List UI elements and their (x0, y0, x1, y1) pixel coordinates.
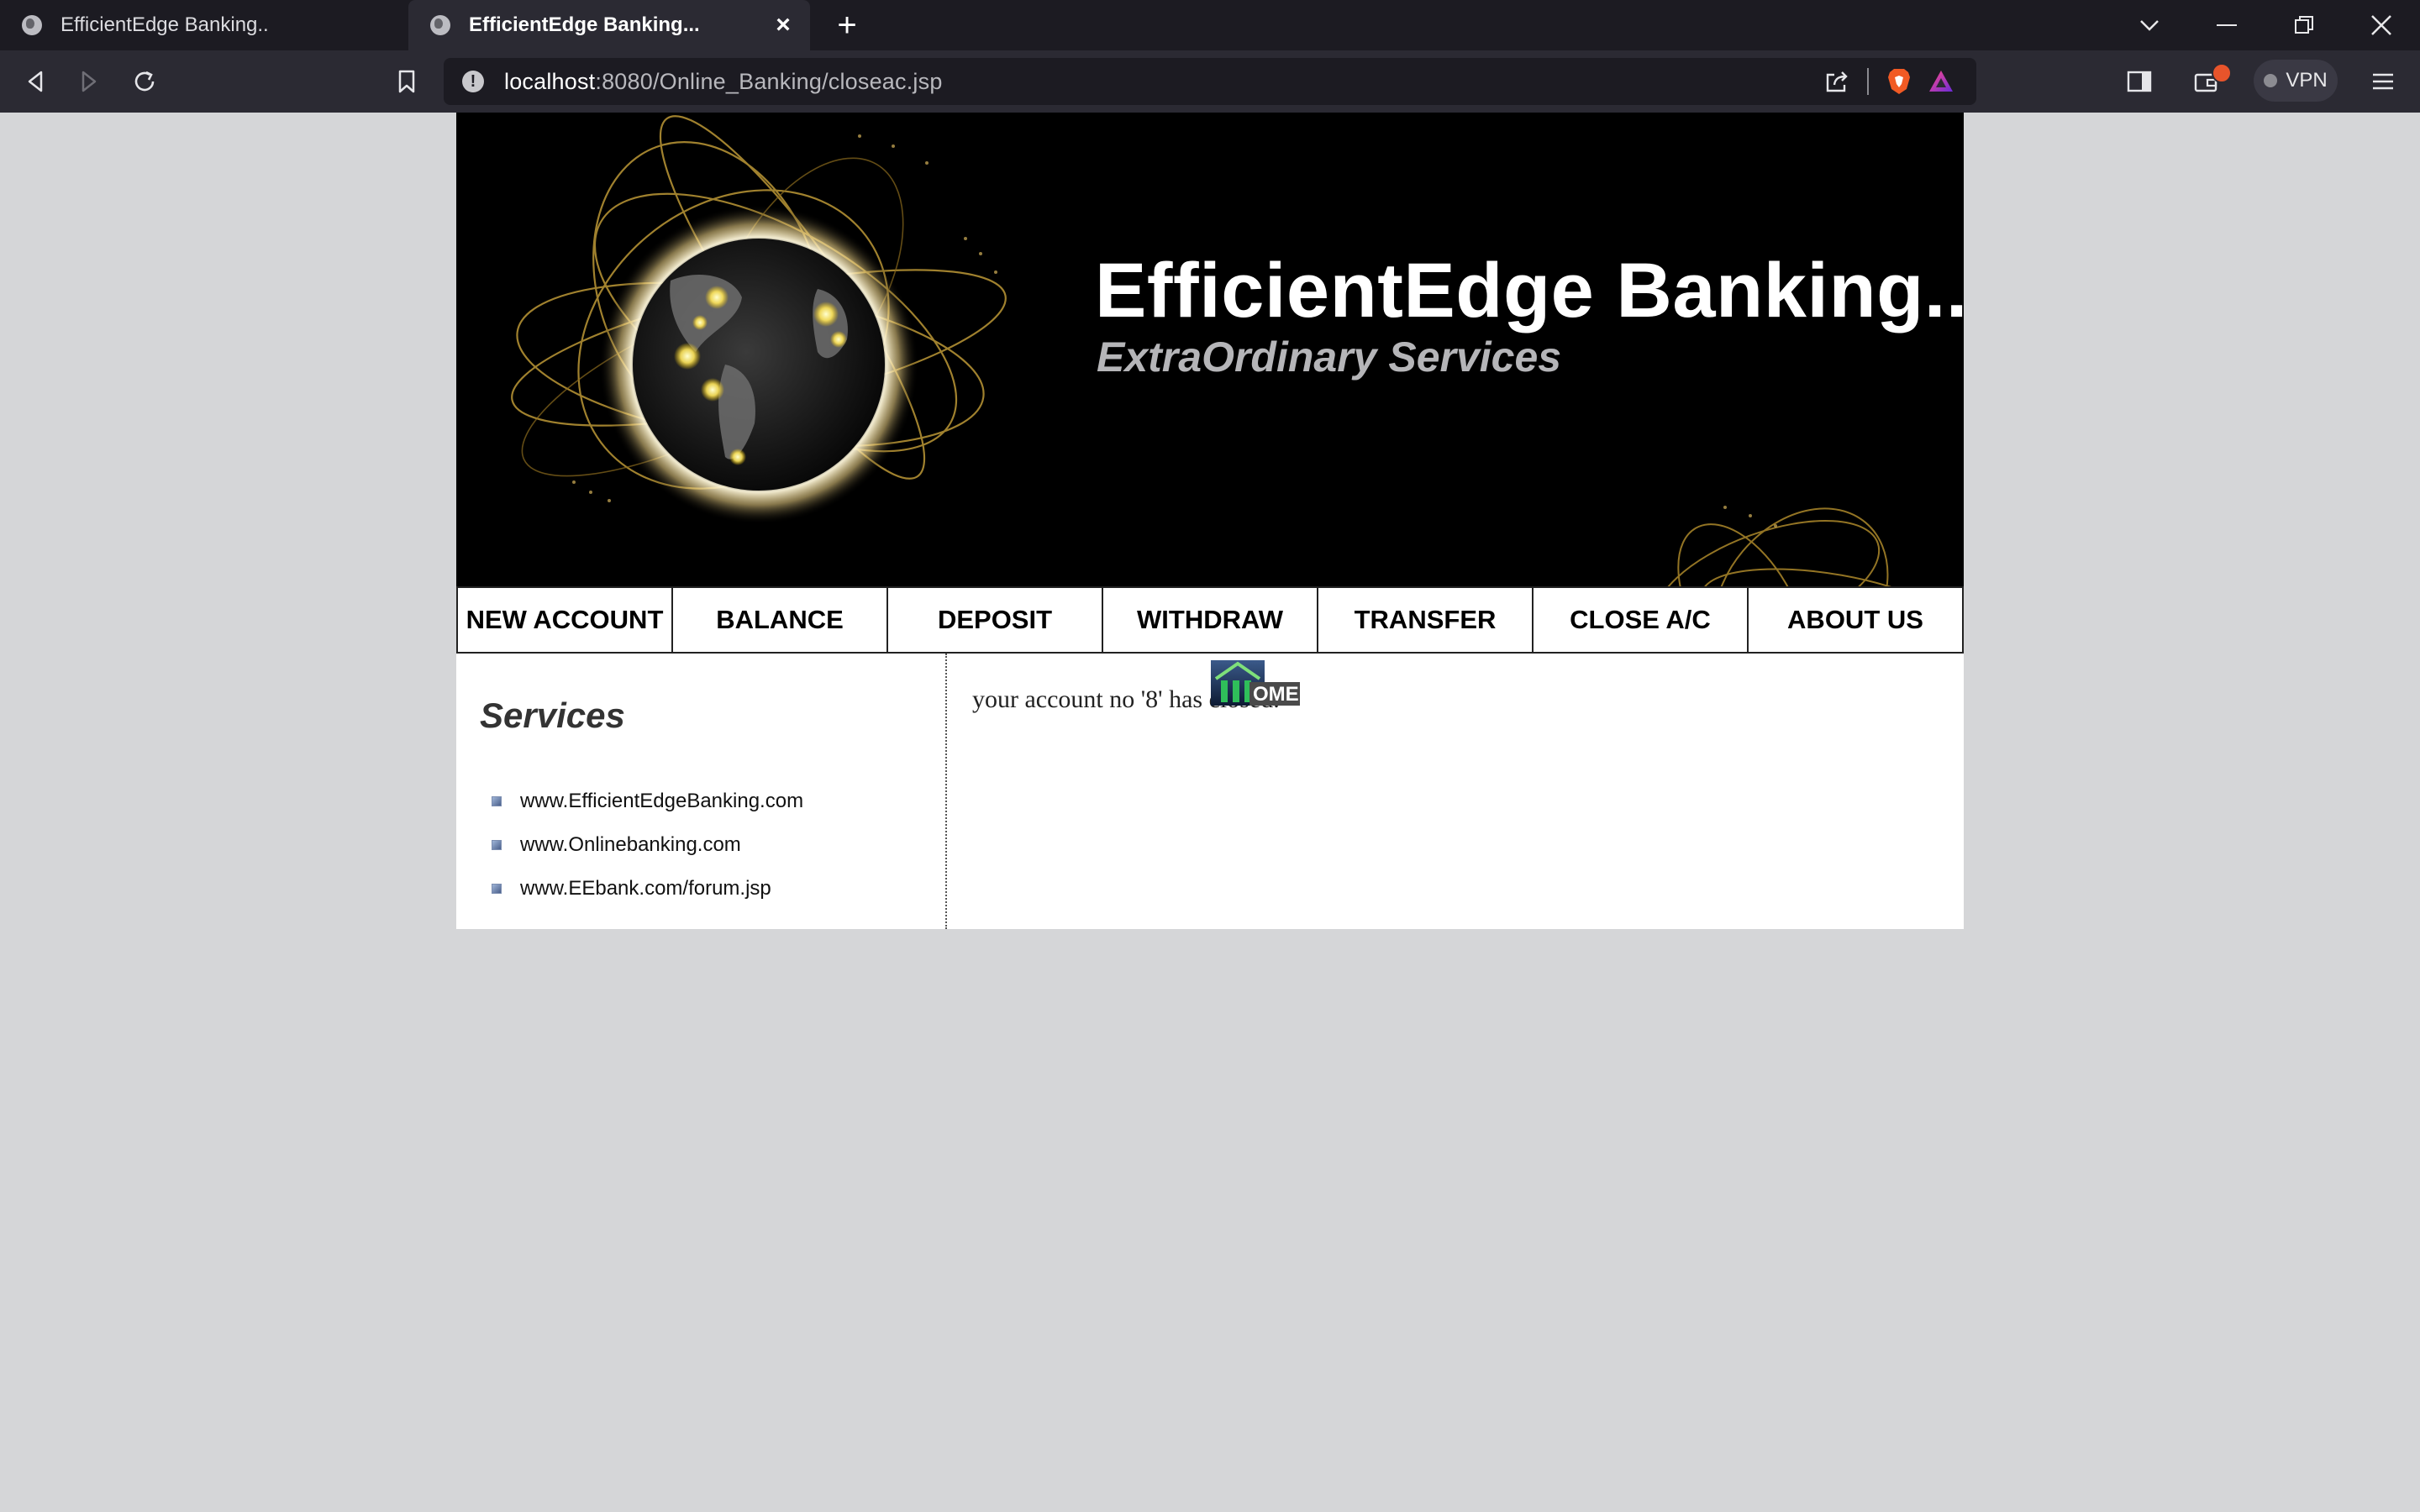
close-window-icon[interactable] (2343, 0, 2420, 50)
browser-toolbar: ! localhost:8080/Online_Banking/closeac.… (0, 50, 2420, 113)
bookmark-icon[interactable] (385, 60, 429, 103)
divider (1867, 68, 1869, 95)
forward-icon[interactable] (67, 60, 111, 103)
brave-rewards-icon[interactable] (1918, 69, 1965, 94)
page-container: EfficientEdge Banking.. ExtraOrdinary Se… (456, 113, 1964, 929)
tab-active[interactable]: EfficientEdge Banking... × (408, 0, 810, 50)
vpn-label: VPN (2286, 69, 2328, 92)
nav-withdraw[interactable]: WITHDRAW (1103, 588, 1318, 652)
home-button[interactable]: OME (1209, 659, 1303, 707)
minimize-icon[interactable] (2188, 0, 2265, 50)
services-heading: Services (480, 696, 625, 735)
bullet-icon (492, 884, 502, 894)
menu-icon[interactable] (2361, 60, 2405, 103)
nav-transfer[interactable]: TRANSFER (1318, 588, 1534, 652)
service-link[interactable]: www.EEbank.com/forum.jsp (492, 867, 803, 911)
nav-balance[interactable]: BALANCE (673, 588, 888, 652)
url-host: localhost (504, 68, 596, 94)
url-text[interactable]: localhost:8080/Online_Banking/closeac.js… (504, 69, 943, 95)
service-link-label[interactable]: www.EEbank.com/forum.jsp (520, 877, 771, 900)
service-link-label[interactable]: www.Onlinebanking.com (520, 833, 741, 857)
url-path: :8080/Online_Banking/closeac.jsp (595, 68, 943, 94)
service-link[interactable]: www.EfficientEdgeBanking.com (492, 780, 803, 823)
tab-title: EfficientEdge Banking... (469, 13, 700, 36)
wallet-icon[interactable] (2185, 60, 2232, 103)
address-bar-actions (1818, 58, 1976, 105)
restore-icon[interactable] (2265, 0, 2343, 50)
services-sidebar: Services www.EfficientEdgeBanking.com ww… (456, 654, 947, 929)
tab-strip: EfficientEdge Banking.. EfficientEdge Ba… (0, 0, 2420, 50)
bank-tagline: ExtraOrdinary Services (1097, 333, 1562, 381)
new-tab-button[interactable]: + (827, 5, 867, 45)
nav-new-account[interactable]: NEW ACCOUNT (458, 588, 673, 652)
home-button-label: OME (1253, 683, 1299, 706)
brave-shields-icon[interactable] (1881, 67, 1918, 96)
vpn-button[interactable]: VPN (2254, 60, 2338, 102)
bullet-icon (492, 840, 502, 850)
bullet-icon (492, 796, 502, 806)
globe-icon (430, 15, 450, 35)
site-info-icon[interactable]: ! (462, 71, 484, 92)
main-panel: your account no '8' has closed. OME (947, 654, 1964, 929)
sidebar-toggle-icon[interactable] (2118, 60, 2161, 103)
back-icon[interactable] (13, 60, 57, 103)
content-area: Services www.EfficientEdgeBanking.com ww… (456, 654, 1964, 929)
close-tab-icon[interactable]: × (766, 8, 800, 42)
vpn-status-icon (2264, 74, 2278, 87)
globe-icon (22, 15, 42, 35)
nav-close-account[interactable]: CLOSE A/C (1534, 588, 1749, 652)
notification-badge (2212, 63, 2232, 83)
share-icon[interactable] (1818, 70, 1855, 93)
bank-title: EfficientEdge Banking.. (1095, 248, 1964, 333)
service-link[interactable]: www.Onlinebanking.com (492, 823, 803, 867)
address-bar[interactable]: ! localhost:8080/Online_Banking/closeac.… (444, 58, 1976, 105)
tab-title: EfficientEdge Banking.. (60, 13, 269, 36)
tab-list-chevron-icon[interactable] (2111, 0, 2188, 50)
nav-deposit[interactable]: DEPOSIT (888, 588, 1103, 652)
nav-about-us[interactable]: ABOUT US (1749, 588, 1962, 652)
services-link-list: www.EfficientEdgeBanking.com www.Onlineb… (492, 780, 803, 911)
service-link-label[interactable]: www.EfficientEdgeBanking.com (520, 790, 803, 813)
tab-inactive[interactable]: EfficientEdge Banking.. (0, 0, 403, 50)
header-banner: EfficientEdge Banking.. ExtraOrdinary Se… (456, 113, 1964, 586)
main-nav-menu: NEW ACCOUNT BALANCE DEPOSIT WITHDRAW TRA… (456, 586, 1964, 654)
reload-icon[interactable] (123, 60, 166, 103)
